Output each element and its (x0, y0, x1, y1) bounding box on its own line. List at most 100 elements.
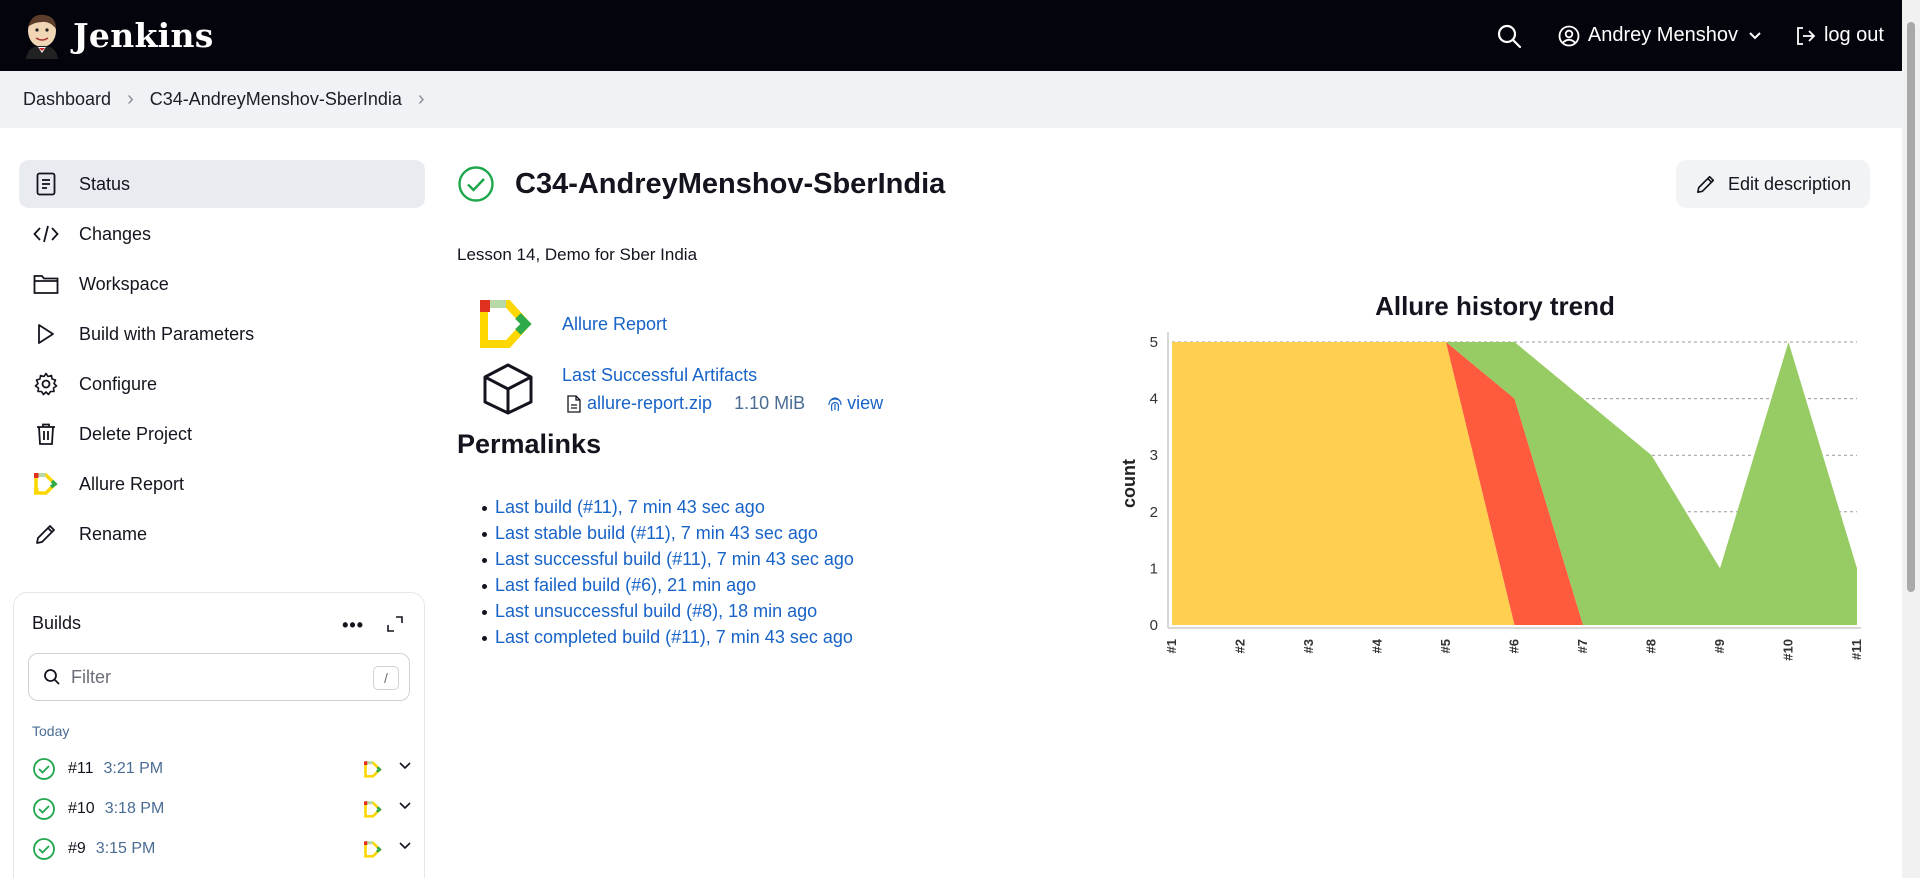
y-tick-label: 2 (1150, 504, 1158, 521)
task-label: Delete Project (79, 423, 193, 444)
page-scrollbar[interactable] (1902, 0, 1920, 878)
x-tick-label: #2 (1233, 639, 1248, 653)
task-status[interactable]: Status (19, 160, 425, 208)
artifact-row: allure-report.zip 1.10 MiB view (567, 393, 883, 414)
breadcrumb-chevron-icon[interactable]: › (418, 88, 425, 111)
permalink-item[interactable]: Last build (#11), 7 min 43 sec ago (482, 497, 854, 523)
y-tick-label: 5 (1150, 334, 1158, 351)
logout-icon (1797, 26, 1816, 45)
x-tick-label: #4 (1370, 638, 1385, 653)
allure-report-link[interactable]: Allure Report (562, 314, 667, 335)
task-label: Changes (79, 223, 152, 244)
build-group-label: Today (32, 723, 70, 739)
task-configure[interactable]: Configure (19, 360, 425, 408)
user-icon (1558, 25, 1580, 46)
x-tick-label: #11 (1849, 639, 1864, 660)
builds-panel: Builds ••• Filter / Today #11 3:21 PM #1… (13, 592, 425, 878)
task-allure-report[interactable]: Allure Report (19, 460, 425, 508)
task-build-with-parameters[interactable]: Build with Parameters (19, 310, 425, 358)
build-row[interactable]: #9 3:15 PM (32, 831, 412, 867)
permalink-item[interactable]: Last successful build (#11), 7 min 43 se… (482, 549, 854, 575)
build-row[interactable]: #11 3:21 PM (32, 751, 412, 787)
breadcrumb-dashboard[interactable]: Dashboard (23, 89, 111, 110)
logout-label: log out (1823, 24, 1884, 46)
package-icon (483, 363, 533, 415)
permalinks-list: Last build (#11), 7 min 43 sec ago Last … (482, 497, 854, 653)
scrollbar-thumb[interactable] (1907, 22, 1915, 592)
chevron-down-icon[interactable] (398, 841, 412, 851)
task-changes[interactable]: Changes (19, 210, 425, 258)
x-tick-label: #1 (1164, 639, 1179, 653)
brand-name: Jenkins (73, 16, 214, 55)
last-successful-artifacts-link[interactable]: Last Successful Artifacts (562, 365, 757, 386)
build-time: 3:21 PM (103, 760, 164, 777)
task-label: Configure (79, 373, 158, 394)
build-number[interactable]: #10 (68, 800, 95, 818)
trash-icon (33, 421, 59, 447)
build-time: 3:15 PM (95, 840, 156, 857)
artifact-file-link[interactable]: allure-report.zip (587, 393, 712, 414)
permalink-last-completed[interactable]: Last completed build (#11), 7 min 43 sec… (495, 627, 853, 647)
logout-button[interactable]: log out (1794, 24, 1884, 47)
allure-icon (33, 471, 59, 497)
task-delete-project[interactable]: Delete Project (19, 410, 425, 458)
y-tick-label: 3 (1150, 447, 1158, 464)
search-icon[interactable] (1496, 23, 1522, 49)
permalink-last-failed[interactable]: Last failed build (#6), 21 min ago (495, 575, 756, 595)
permalink-last-build[interactable]: Last build (#11), 7 min 43 sec ago (495, 497, 765, 517)
filter-input[interactable]: Filter / (28, 653, 410, 701)
gear-icon (33, 371, 59, 397)
permalink-item[interactable]: Last unsuccessful build (#8), 18 min ago (482, 601, 854, 627)
y-tick-label: 4 (1150, 391, 1158, 408)
success-icon (33, 798, 55, 820)
chevron-down-icon[interactable] (398, 801, 412, 811)
breadcrumb: Dashboard › C34-AndreyMenshov-SberIndia … (0, 71, 1902, 128)
edit-description-button[interactable]: Edit description (1676, 160, 1870, 208)
status-icon (33, 171, 59, 197)
task-rename[interactable]: Rename (19, 510, 425, 558)
top-header: Jenkins Andrey Menshov log out (0, 0, 1902, 71)
user-menu[interactable]: Andrey Menshov (1558, 24, 1770, 47)
y-axis-label: count (1119, 459, 1139, 508)
x-tick-label: #3 (1301, 639, 1316, 653)
task-label: Workspace (79, 273, 169, 294)
allure-icon[interactable] (364, 801, 382, 818)
artifact-view-link[interactable]: view (827, 393, 883, 414)
project-description: Lesson 14, Demo for Sber India (457, 245, 698, 264)
build-row[interactable]: #10 3:18 PM (32, 791, 412, 827)
build-number[interactable]: #9 (68, 840, 86, 858)
success-status-icon (458, 166, 494, 202)
page-title-row: C34-AndreyMenshov-SberIndia (457, 165, 945, 203)
permalink-item[interactable]: Last stable build (#11), 7 min 43 sec ag… (482, 523, 854, 549)
edit-description-label: Edit description (1728, 173, 1852, 194)
chart-plot: 0 1 2 3 4 5 #1 #2 #3 #4 #5 #6 #7 #8 #9 #10 #11 count (1119, 332, 1864, 661)
build-number[interactable]: #11 (68, 760, 94, 778)
builds-title: Builds (32, 613, 82, 633)
allure-logo-icon (480, 300, 532, 348)
x-tick-label: #7 (1575, 639, 1590, 653)
permalink-last-unsuccessful[interactable]: Last unsuccessful build (#8), 18 min ago (495, 601, 817, 621)
allure-icon[interactable] (364, 841, 382, 858)
allure-history-trend-chart[interactable]: Allure history trend 0 1 2 3 4 5 #1 #2 #3 #4 #5 #6 #… (1115, 282, 1875, 672)
allure-icon[interactable] (364, 761, 382, 778)
x-tick-label: #10 (1781, 639, 1796, 661)
task-label: Rename (79, 523, 148, 544)
page-title: C34-AndreyMenshov-SberIndia (515, 167, 946, 200)
permalink-item[interactable]: Last completed build (#11), 7 min 43 sec… (482, 627, 854, 653)
chevron-down-icon[interactable] (398, 761, 412, 771)
task-label: Build with Parameters (79, 323, 255, 344)
file-icon (567, 394, 581, 413)
breadcrumb-project[interactable]: C34-AndreyMenshov-SberIndia (150, 89, 402, 110)
user-name: Andrey Menshov (1587, 24, 1738, 46)
task-workspace[interactable]: Workspace (19, 260, 425, 308)
more-options-icon[interactable]: ••• (342, 615, 364, 636)
permalink-last-successful[interactable]: Last successful build (#11), 7 min 43 se… (495, 549, 854, 569)
folder-icon (33, 271, 59, 297)
success-icon (33, 838, 55, 860)
permalink-item[interactable]: Last failed build (#6), 21 min ago (482, 575, 854, 601)
expand-icon[interactable] (386, 615, 404, 633)
permalink-last-stable[interactable]: Last stable build (#11), 7 min 43 sec ag… (495, 523, 818, 543)
jenkins-logo[interactable]: Jenkins (22, 13, 214, 59)
filter-placeholder: Filter (71, 666, 111, 687)
x-tick-label: #6 (1507, 639, 1522, 653)
